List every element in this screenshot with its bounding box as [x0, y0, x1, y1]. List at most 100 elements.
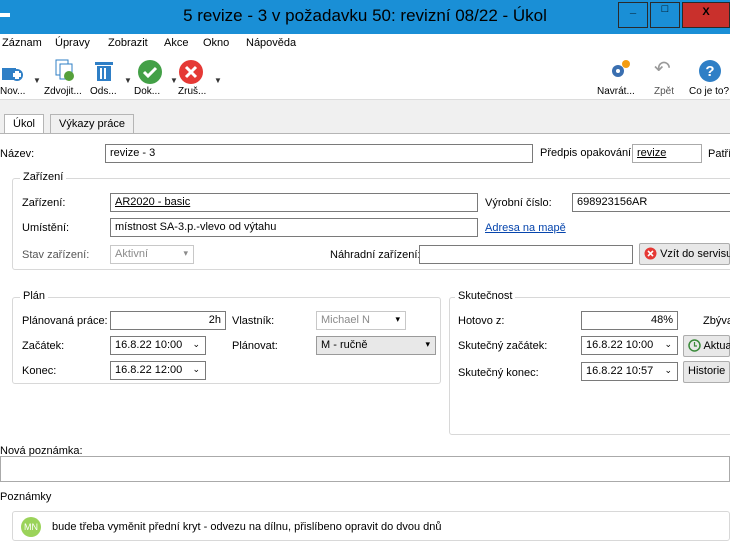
map-link[interactable]: Adresa na mapě	[485, 222, 566, 234]
name-input[interactable]: revize - 3	[105, 144, 533, 163]
actual-end-label: Skutečný konec:	[458, 367, 539, 379]
chevron-down-icon: ⌄	[664, 339, 672, 349]
planned-work-label: Plánovaná práce:	[22, 315, 108, 327]
history-button[interactable]: Historie	[683, 361, 730, 383]
close-icon: X	[702, 6, 710, 18]
notes-label: Poznámky	[0, 491, 52, 503]
device-input[interactable]: AR2020 - basic	[110, 193, 478, 212]
actual-end-datetime[interactable]: 16.8.22 10:57 ⌄	[581, 362, 678, 381]
name-label: Název:	[0, 148, 35, 160]
menu-zaznam[interactable]: Záznam	[2, 37, 42, 49]
start-datetime[interactable]: 16.8.22 10:00 ⌄	[110, 336, 206, 355]
title-bar: 5 revize - 3 v požadavku 50: revizní 08/…	[0, 0, 730, 34]
actual-end-value: 16.8.22 10:57	[586, 365, 654, 377]
note-text: bude třeba vyměnit přední kryt - odvezu …	[52, 521, 442, 533]
repeat-label: Předpis opakování:	[540, 147, 635, 159]
chevron-down-icon: ▾	[425, 339, 430, 349]
plan-select[interactable]: M - ručně ▾	[316, 336, 436, 355]
end-value: 16.8.22 12:00	[115, 364, 183, 376]
help-button[interactable]: ? Co je to?	[688, 54, 730, 100]
end-datetime[interactable]: 16.8.22 12:00 ⌄	[110, 361, 206, 380]
close-button[interactable]: X	[682, 2, 730, 28]
new-icon	[2, 68, 23, 81]
repeat-value: revize	[637, 147, 667, 159]
device-label: Zařízení:	[22, 197, 66, 209]
done-button[interactable]: ▼ Dok...	[134, 54, 178, 100]
new-button[interactable]: ▼ Nov...	[0, 54, 45, 100]
chevron-down-icon: ⌄	[192, 364, 200, 374]
state-select: Aktivní ▾	[110, 245, 194, 264]
done-input[interactable]: 48%	[581, 311, 678, 330]
gear-icon	[612, 60, 630, 77]
chevron-down-icon: ▼	[124, 76, 132, 85]
belongs-label: Patří	[708, 148, 730, 160]
take-to-service-label: Vzít do servisu	[660, 248, 730, 260]
trash-icon	[95, 62, 113, 81]
return-button[interactable]: Navrát...	[596, 54, 644, 100]
note-item: MN bude třeba vyměnit přední kryt - odve…	[12, 511, 730, 541]
menu-napoveda[interactable]: Nápověda	[246, 37, 296, 49]
chevron-down-icon: ⌄	[192, 339, 200, 349]
maximize-button[interactable]: □	[650, 2, 680, 28]
owner-label: Vlastník:	[232, 315, 275, 327]
actual-group-title: Skutečnost	[455, 290, 516, 302]
undo-icon: ↶	[654, 58, 671, 80]
actual-start-label: Skutečný začátek:	[458, 340, 548, 352]
chevron-down-icon: ▼	[214, 76, 222, 85]
done-label: Hotovo z:	[458, 315, 505, 327]
menu-akce[interactable]: Akce	[164, 37, 188, 49]
undo-button[interactable]: ↶ Zpět	[650, 54, 680, 100]
cancel-button[interactable]: ▼ Zruš...	[176, 54, 222, 100]
refresh-icon	[688, 339, 701, 352]
device-group-title: Zařízení	[20, 171, 67, 183]
send-button[interactable]: ▼ Ods...	[90, 54, 132, 100]
refresh-button[interactable]: Aktua	[683, 335, 730, 357]
plan-value: M - ručně	[321, 339, 368, 351]
svg-text:?: ?	[705, 63, 714, 80]
maximize-icon: □	[661, 3, 669, 15]
owner-select: Michael N ▾	[316, 311, 406, 330]
duplicate-icon	[55, 59, 74, 81]
state-label: Stav zařízení:	[22, 249, 90, 261]
menu-zobrazit[interactable]: Zobrazit	[108, 37, 148, 49]
chevron-down-icon: ⌄	[664, 365, 672, 375]
cancel-icon	[179, 60, 203, 84]
state-value: Aktivní	[115, 248, 149, 260]
replacement-input[interactable]	[419, 245, 633, 264]
serial-input[interactable]: 698923156AR	[572, 193, 730, 212]
repeat-input[interactable]: revize	[632, 144, 702, 163]
plan-label: Plánovat:	[232, 340, 278, 352]
refresh-label: Aktua	[703, 340, 730, 352]
new-note-input[interactable]	[0, 456, 730, 482]
avatar: MN	[21, 517, 41, 537]
chevron-down-icon: ▾	[183, 248, 188, 258]
minimize-button[interactable]: _	[618, 2, 648, 28]
actual-start-datetime[interactable]: 16.8.22 10:00 ⌄	[581, 336, 678, 355]
planned-work-input[interactable]: 2h	[110, 311, 226, 330]
location-label: Umístění:	[22, 222, 70, 234]
actual-start-value: 16.8.22 10:00	[586, 339, 654, 351]
duplicate-button[interactable]: Zdvojit...	[40, 54, 90, 100]
menu-okno[interactable]: Okno	[203, 37, 229, 49]
check-icon	[138, 60, 162, 84]
owner-value: Michael N	[321, 314, 370, 326]
menu-bar: Záznam Úpravy Zobrazit Akce Okno Nápověd…	[0, 34, 730, 54]
plan-group-title: Plán	[20, 290, 49, 302]
location-input[interactable]: místnost SA-3.p.-vlevo od výtahu	[110, 218, 478, 237]
replacement-label: Náhradní zařízení:	[330, 249, 421, 261]
toolbar: ▼ Nov... Zdvojit... ▼ Ods... ▼ Dok... ▼ …	[0, 54, 730, 100]
device-value: AR2020 - basic	[115, 196, 191, 208]
cancel-icon	[644, 247, 657, 260]
serial-label: Výrobní číslo:	[485, 197, 552, 209]
tab-vykazy-prace[interactable]: Výkazy práce	[50, 114, 135, 134]
remaining-label: Zbýva	[703, 315, 730, 327]
end-label: Konec:	[22, 365, 57, 377]
take-to-service-button[interactable]: Vzít do servisu	[639, 243, 730, 265]
help-icon: ?	[699, 60, 721, 82]
start-label: Začátek:	[22, 340, 65, 352]
tab-ukol[interactable]: Úkol	[4, 114, 45, 135]
start-value: 16.8.22 10:00	[115, 339, 183, 351]
chevron-down-icon: ▾	[395, 314, 400, 324]
menu-upravy[interactable]: Úpravy	[55, 37, 90, 49]
minimize-icon: _	[629, 3, 637, 15]
